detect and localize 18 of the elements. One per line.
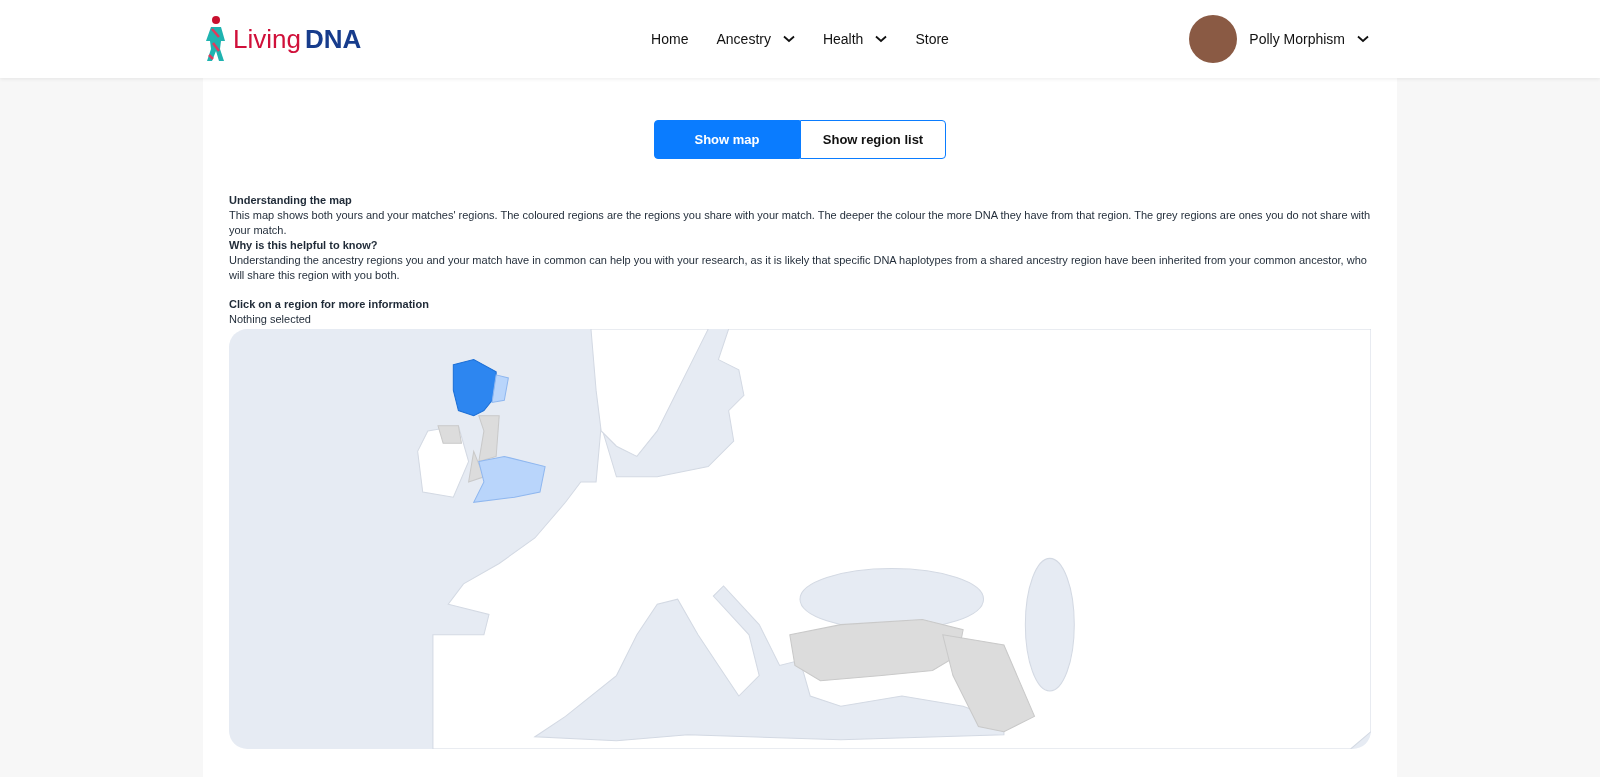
nav-link[interactable]: Store <box>915 28 949 50</box>
user-menu[interactable]: Polly Morphism <box>999 15 1397 63</box>
paragraph: Understanding the ancestry regions you and your match have in common can help you with your research, as it is likely that specific DNA haplotypes from a shared ancestry region have been inherited from your common ancestor, who will share this region with you both. <box>229 253 1368 283</box>
view-tab[interactable]: Show region list <box>800 120 946 159</box>
nav-dropdown[interactable]: Health <box>822 28 888 50</box>
section-heading: Understanding the map <box>229 193 353 208</box>
view-tab[interactable]: Show map <box>654 120 800 159</box>
nav-link[interactable]: Home <box>651 28 689 50</box>
section-heading: Why is this helpful to know? <box>229 238 379 253</box>
section-heading: Click on a region for more information <box>229 297 430 312</box>
chevron-down-icon <box>782 35 795 43</box>
nav-dropdown[interactable]: Ancestry <box>716 28 795 50</box>
paragraph: This map shows both yours and your matches' regions. The coloured regions are the regions you share with your match. The deeper the colour the more DNA they have from that region. The grey regions are ones you do not share with your match. <box>229 208 1371 238</box>
chevron-down-icon <box>875 35 888 43</box>
selection-status: Nothing selected <box>229 312 312 327</box>
avatar <box>1189 15 1238 63</box>
chevron-down-icon <box>1357 35 1369 43</box>
logo-link[interactable]: Living DNA <box>203 15 601 63</box>
